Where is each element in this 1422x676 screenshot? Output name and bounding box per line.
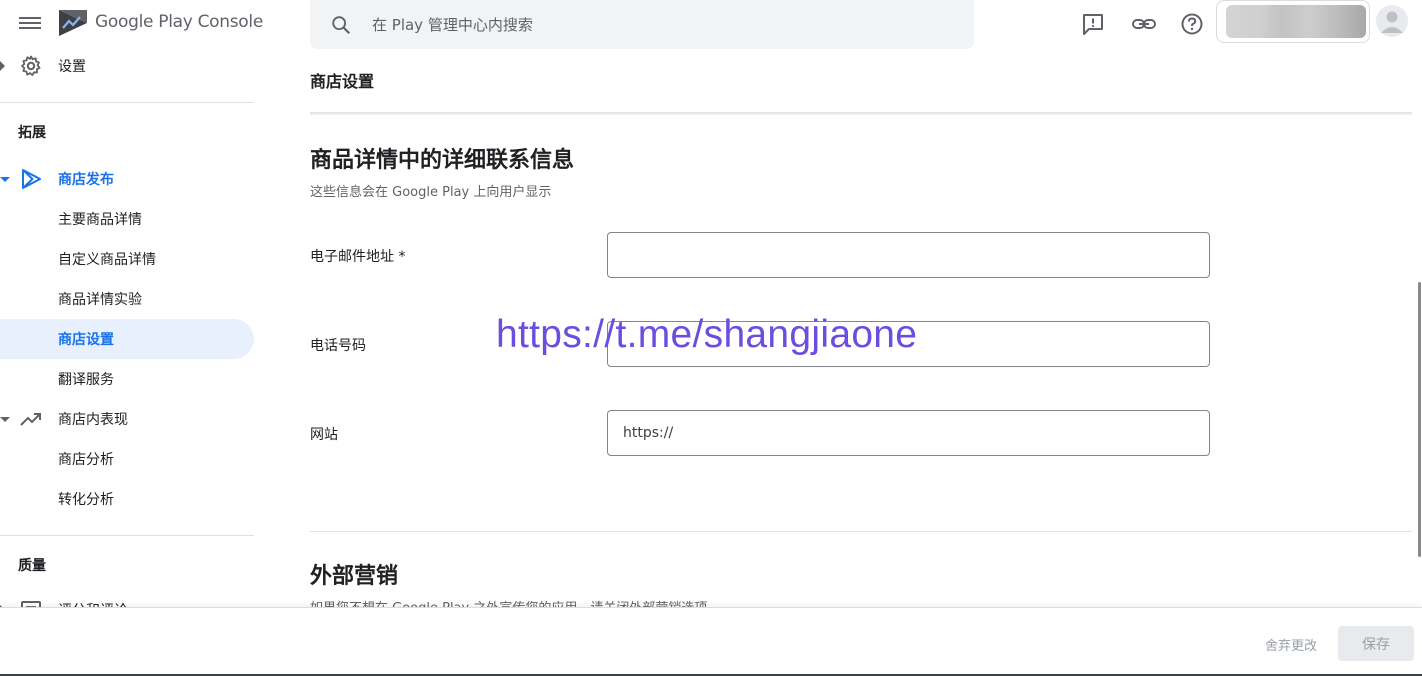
sidebar-section-quality: 质量 — [18, 558, 46, 574]
sidebar-item-label: 转化分析 — [58, 492, 114, 508]
save-button[interactable]: 保存 — [1338, 626, 1414, 661]
sidebar-item-label: 商店内表现 — [58, 412, 128, 428]
help-icon[interactable] — [1179, 11, 1205, 37]
sidebar-section-grow: 拓展 — [18, 125, 46, 141]
marketing-section-title: 外部营销 — [310, 564, 399, 589]
watermark-text: https://t.me/shangjiaone — [496, 313, 918, 356]
blurred-account-name — [1226, 5, 1366, 38]
website-field[interactable] — [607, 410, 1210, 456]
feedback-icon[interactable] — [1080, 11, 1106, 37]
collapse-caret-icon — [0, 177, 10, 182]
sidebar-item-label: 商品详情实验 — [58, 292, 142, 308]
email-field[interactable] — [607, 232, 1210, 278]
play-console-logo-icon — [59, 10, 87, 36]
sidebar-item-custom-listing[interactable]: 自定义商品详情 — [0, 239, 254, 279]
sidebar-item-main-listing[interactable]: 主要商品详情 — [0, 199, 254, 239]
header-divider — [310, 112, 1412, 115]
collapse-caret-icon — [0, 417, 10, 422]
sidebar-divider — [0, 535, 254, 536]
section-divider — [310, 531, 1412, 532]
sidebar-divider — [0, 102, 254, 103]
sidebar-item-conversion-analysis[interactable]: 转化分析 — [0, 479, 254, 519]
contact-section-title: 商品详情中的详细联系信息 — [310, 148, 575, 173]
sidebar-item-label: 商店分析 — [58, 452, 114, 468]
email-label: 电子邮件地址 * — [310, 249, 406, 265]
sidebar-item-label: 主要商品详情 — [58, 212, 142, 228]
scrollbar[interactable] — [1418, 282, 1421, 557]
sidebar-item-listing-experiments[interactable]: 商品详情实验 — [0, 279, 254, 319]
website-label: 网站 — [310, 427, 338, 443]
gear-icon — [21, 55, 41, 76]
sidebar-item-store-analysis[interactable]: 商店分析 — [0, 439, 254, 479]
sidebar-item-store-presence[interactable]: 商店发布 — [0, 159, 254, 199]
discard-changes-button[interactable]: 舍弃更改 — [1265, 635, 1317, 654]
menu-icon[interactable] — [19, 14, 41, 32]
sidebar: 设置 拓展 商店发布 主要商品详情 自定义商品详情 商品详情实验 商店设置 翻译… — [0, 48, 256, 676]
avatar[interactable] — [1376, 5, 1408, 37]
sidebar-item-label: 自定义商品详情 — [58, 252, 156, 268]
save-footer: 舍弃更改 保存 — [0, 607, 1422, 676]
sidebar-item-label: 设置 — [58, 59, 86, 75]
play-console-app: Google Play Console 设置 — [0, 0, 1422, 676]
expand-caret-icon — [0, 61, 5, 71]
contact-section-description: 这些信息会在 Google Play 上向用户显示 — [310, 185, 552, 200]
trending-up-icon — [20, 413, 41, 426]
sidebar-item-settings[interactable]: 设置 — [0, 48, 254, 86]
page-title: 商店设置 — [310, 72, 375, 91]
link-icon[interactable] — [1131, 11, 1157, 37]
avatar-icon — [1381, 11, 1403, 33]
sidebar-item-store-performance[interactable]: 商店内表现 — [0, 399, 254, 439]
account-switcher[interactable] — [1216, 0, 1370, 43]
sidebar-item-label: 翻译服务 — [58, 372, 114, 388]
sidebar-item-label: 商店发布 — [58, 172, 114, 188]
sidebar-item-store-settings[interactable]: 商店设置 — [0, 319, 254, 359]
phone-label: 电话号码 — [310, 338, 366, 354]
sidebar-item-label: 商店设置 — [58, 332, 114, 348]
brand-title: Google Play Console — [95, 12, 263, 32]
search-input[interactable] — [372, 10, 952, 40]
play-arrow-icon — [22, 169, 41, 189]
search-bar[interactable] — [310, 0, 974, 49]
sidebar-item-translation[interactable]: 翻译服务 — [0, 359, 254, 399]
search-icon — [332, 16, 351, 35]
